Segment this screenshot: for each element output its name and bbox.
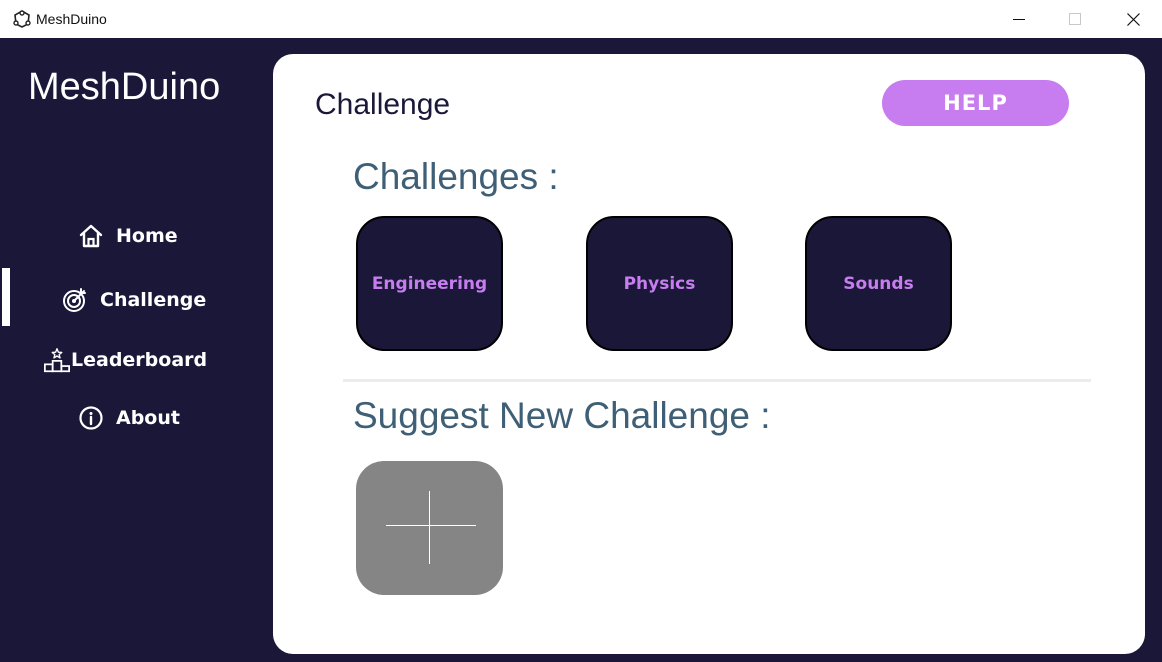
sidebar: MeshDuino Home Challenge Leaderboard Abo… xyxy=(0,38,258,662)
sidebar-item-leaderboard[interactable]: Leaderboard xyxy=(0,340,258,380)
plus-icon-vertical xyxy=(429,491,430,564)
help-button[interactable]: HELP xyxy=(882,80,1069,126)
minimize-icon xyxy=(1013,19,1025,20)
target-icon xyxy=(62,287,88,313)
plus-icon xyxy=(386,525,476,526)
challenges-heading: Challenges : xyxy=(353,156,559,197)
podium-icon xyxy=(44,347,70,373)
sidebar-item-label: Leaderboard xyxy=(71,349,208,371)
app-logo-icon xyxy=(12,9,32,29)
page-title: Challenge xyxy=(315,88,451,121)
sidebar-item-home[interactable]: Home xyxy=(0,216,258,256)
add-challenge-button[interactable] xyxy=(356,461,503,595)
challenge-card-sounds[interactable]: Sounds xyxy=(805,216,952,351)
sidebar-item-challenge[interactable]: Challenge xyxy=(0,280,258,320)
challenge-card-engineering[interactable]: Engineering xyxy=(356,216,503,351)
maximize-button[interactable] xyxy=(1046,0,1104,38)
window-title: MeshDuino xyxy=(36,11,107,27)
section-divider xyxy=(343,379,1091,382)
challenge-card-physics[interactable]: Physics xyxy=(586,216,733,351)
info-icon xyxy=(78,405,104,431)
sidebar-item-label: About xyxy=(116,407,180,429)
minimize-button[interactable] xyxy=(990,0,1048,38)
sidebar-item-label: Challenge xyxy=(100,289,207,311)
brand-title: MeshDuino xyxy=(28,66,221,108)
suggest-heading: Suggest New Challenge : xyxy=(353,395,771,436)
sidebar-item-label: Home xyxy=(116,225,178,247)
close-icon xyxy=(1126,12,1140,26)
sidebar-item-about[interactable]: About xyxy=(0,398,258,438)
main-panel: Challenge HELP Challenges : Engineering … xyxy=(273,54,1145,654)
home-icon xyxy=(78,223,104,249)
maximize-icon xyxy=(1069,13,1081,25)
title-bar: MeshDuino xyxy=(0,0,1162,38)
close-button[interactable] xyxy=(1104,0,1162,38)
